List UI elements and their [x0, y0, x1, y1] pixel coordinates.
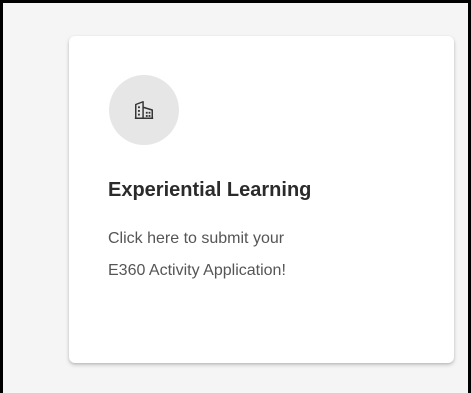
page-frame: Experiential Learning Click here to subm…: [0, 0, 471, 393]
card-description-line: E360 Activity Application!: [108, 262, 286, 279]
office-building-icon: [134, 101, 154, 119]
card-description-line: Click here to submit your: [108, 230, 285, 247]
icon-badge: [109, 75, 179, 145]
card-description: Click here to submit your E360 Activity …: [108, 223, 408, 287]
experiential-learning-card[interactable]: Experiential Learning Click here to subm…: [69, 36, 454, 363]
card-title: Experiential Learning: [108, 179, 312, 201]
